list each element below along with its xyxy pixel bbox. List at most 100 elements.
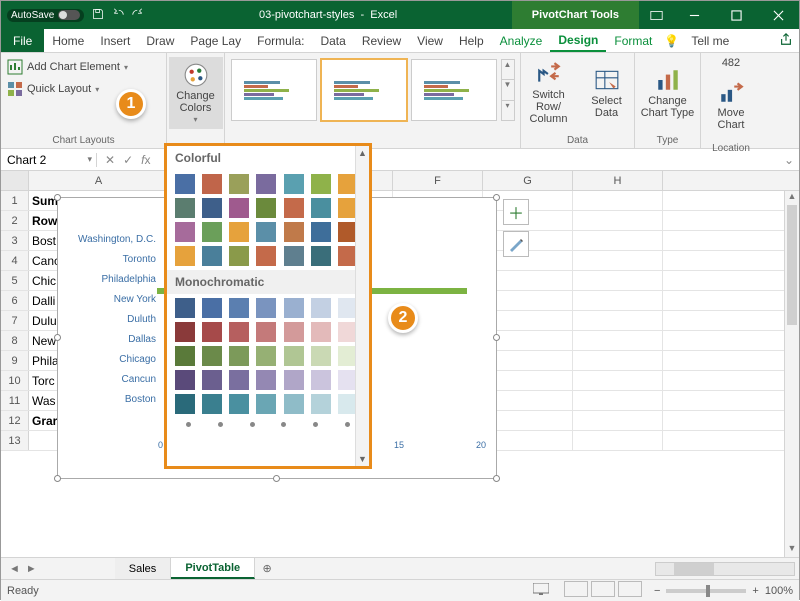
row-header[interactable]: 8 [1,331,29,350]
cell[interactable] [573,211,663,230]
cell[interactable] [573,251,663,270]
zoom-out-icon[interactable]: − [654,585,660,597]
quick-layout-button[interactable]: Quick Layout▾ [7,79,99,99]
color-swatch[interactable] [256,370,276,390]
cell[interactable] [573,271,663,290]
chart-elements-button[interactable]: ＋ [503,199,529,225]
row-header[interactable]: 11 [1,391,29,410]
expand-formula-bar-icon[interactable]: ⌄ [779,153,799,167]
color-swatch[interactable] [202,322,222,342]
color-swatch[interactable] [175,246,195,266]
color-swatch[interactable] [229,222,249,242]
color-swatch[interactable] [311,346,331,366]
change-chart-type-button[interactable]: Change Chart Type [641,57,695,129]
zoom-value[interactable]: 100% [765,585,793,597]
color-swatch[interactable] [202,394,222,414]
color-swatch[interactable] [175,222,195,242]
color-swatch[interactable] [175,394,195,414]
color-swatch[interactable] [311,394,331,414]
select-all-corner[interactable] [1,171,29,190]
color-swatch[interactable] [311,370,331,390]
chart-styles-gallery[interactable]: ▲ ▼ ▾ [231,57,515,133]
sheet-tab-pivottable[interactable]: PivotTable [171,558,255,579]
row-header[interactable]: 13 [1,431,29,450]
color-swatch[interactable] [229,322,249,342]
cell[interactable] [573,231,663,250]
color-swatch[interactable] [311,198,331,218]
cell[interactable] [573,391,663,410]
color-swatch[interactable] [175,298,195,318]
color-swatch[interactable] [284,370,304,390]
share-icon[interactable] [773,32,799,49]
cell[interactable] [573,331,663,350]
tab-analyze[interactable]: Analyze [492,29,551,52]
row-header[interactable]: 3 [1,231,29,250]
move-chart-button[interactable]: Move Chart [704,69,758,141]
fx-icon[interactable]: fx [141,153,150,167]
color-swatch[interactable] [229,346,249,366]
color-swatch[interactable] [175,370,195,390]
color-swatch[interactable] [284,394,304,414]
color-swatch[interactable] [202,298,222,318]
cell[interactable] [573,291,663,310]
color-swatch[interactable] [256,322,276,342]
vertical-scrollbar[interactable]: ▲ ▼ [784,191,799,557]
zoom-control[interactable]: − + 100% [654,585,793,597]
close-button[interactable] [757,1,799,29]
undo-icon[interactable] [112,8,124,23]
row-header[interactable]: 7 [1,311,29,330]
color-swatch[interactable] [229,246,249,266]
row-header[interactable]: 1 [1,191,29,210]
gallery-down-icon[interactable]: ▼ [502,79,514,99]
col-header[interactable]: F [393,171,483,190]
minimize-button[interactable] [673,1,715,29]
color-swatch[interactable] [229,394,249,414]
name-box[interactable]: Chart 2▾ [1,153,97,167]
switch-row-column-button[interactable]: Switch Row/ Column [522,57,576,129]
color-swatch[interactable] [202,198,222,218]
tell-me[interactable]: Tell me [683,29,737,52]
tab-review[interactable]: Review [354,29,409,52]
new-sheet-button[interactable]: ⊕ [255,562,279,575]
color-swatch[interactable] [284,222,304,242]
row-header[interactable]: 9 [1,351,29,370]
col-header[interactable]: H [573,171,663,190]
redo-icon[interactable] [132,8,144,23]
cell[interactable] [573,311,663,330]
file-tab[interactable]: File [1,29,44,52]
tab-insert[interactable]: Insert [92,29,138,52]
color-swatch[interactable] [311,246,331,266]
color-swatch[interactable] [284,174,304,194]
autosave-toggle[interactable]: AutoSave [7,9,84,22]
color-swatch[interactable] [256,222,276,242]
tab-pagelay[interactable]: Page Lay [182,29,249,52]
cancel-formula-icon[interactable]: ✕ [105,153,115,167]
sheet-nav-prev-icon[interactable]: ◄ [9,563,20,575]
cell[interactable] [573,191,663,210]
color-swatch[interactable] [175,174,195,194]
chart-style-thumb[interactable] [321,59,407,121]
tab-view[interactable]: View [409,29,451,52]
dropdown-scrollbar[interactable]: ▲▼ [355,146,369,466]
tab-format[interactable]: Format [606,29,660,52]
cell[interactable] [573,431,663,450]
cell[interactable] [573,371,663,390]
row-header[interactable]: 5 [1,271,29,290]
save-icon[interactable] [92,8,104,23]
color-swatch[interactable] [175,198,195,218]
color-swatch[interactable] [284,246,304,266]
color-swatch[interactable] [284,346,304,366]
col-header[interactable]: A [29,171,169,190]
chart-style-thumb[interactable] [411,59,497,121]
display-settings-icon[interactable] [533,583,549,598]
gallery-more-icon[interactable]: ▾ [502,100,514,120]
color-swatch[interactable] [229,198,249,218]
tab-formula[interactable]: Formula: [249,29,312,52]
row-header[interactable]: 2 [1,211,29,230]
view-buttons[interactable] [561,581,642,600]
color-swatch[interactable] [311,174,331,194]
row-header[interactable]: 4 [1,251,29,270]
color-swatch[interactable] [229,298,249,318]
color-swatch[interactable] [229,370,249,390]
color-swatch[interactable] [311,298,331,318]
